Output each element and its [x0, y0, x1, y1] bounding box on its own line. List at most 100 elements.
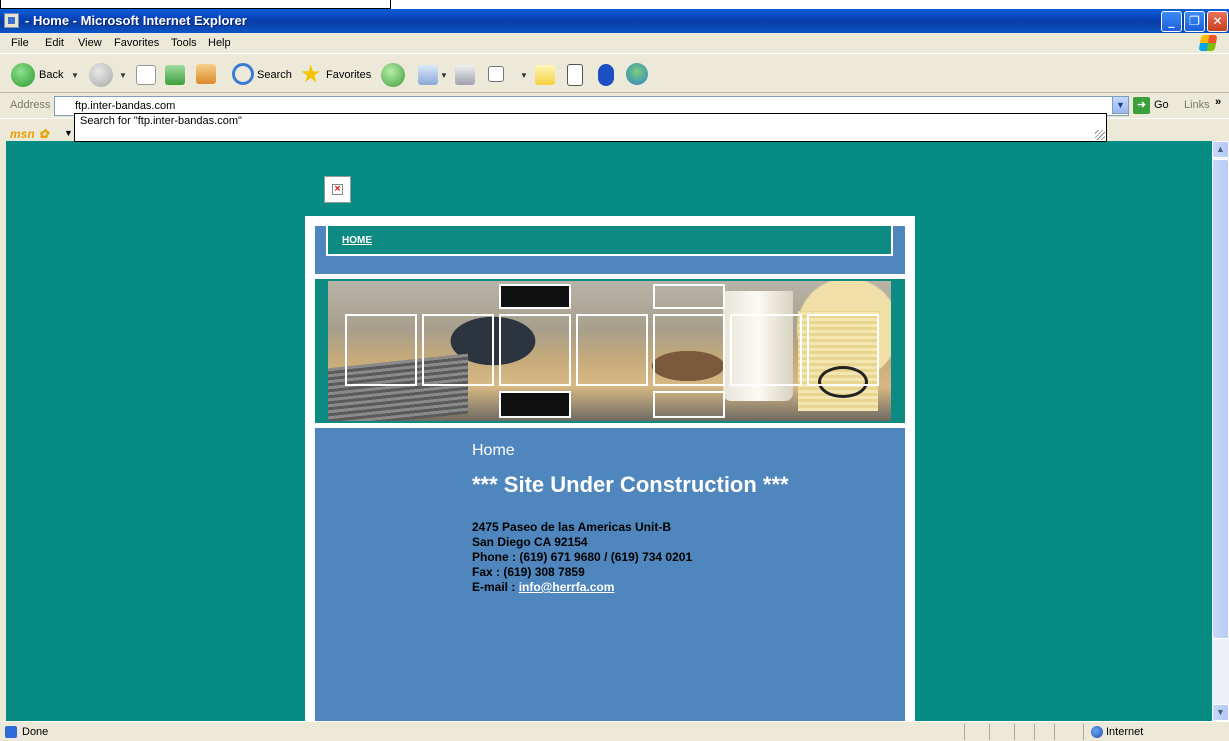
page-viewport: × HOME Home *** Site Under Construction …	[6, 141, 1212, 721]
nav-bar: HOME	[326, 226, 893, 256]
msn-butterfly-icon: ✿	[38, 127, 49, 141]
hero-office-image	[328, 281, 891, 421]
hero-frame	[422, 314, 494, 386]
hero-frame	[345, 314, 417, 386]
edit-dropdown-icon[interactable]: ▼	[520, 71, 528, 80]
hero-frame-small	[653, 284, 725, 309]
fax-line: Fax : (619) 308 7859	[472, 565, 585, 579]
msn-logo[interactable]: msn ✿	[10, 125, 49, 141]
go-arrow-icon[interactable]: ➜	[1133, 97, 1150, 114]
restore-button[interactable]: ❐	[1184, 11, 1205, 32]
security-zone: Internet	[1106, 726, 1144, 738]
status-divider	[989, 724, 990, 740]
construction-headline: *** Site Under Construction ***	[472, 472, 789, 497]
menu-edit[interactable]: Edit	[45, 37, 64, 49]
status-divider	[1083, 724, 1084, 740]
status-text: Done	[22, 726, 49, 738]
nav-band: HOME	[315, 226, 905, 274]
hero-frame	[499, 314, 571, 386]
internet-zone-icon	[1091, 726, 1103, 738]
menu-file[interactable]: File	[11, 37, 29, 49]
status-bar: Done Internet	[0, 721, 1229, 741]
scrollbar-thumb[interactable]	[1212, 159, 1229, 639]
email-label: E-mail :	[472, 580, 519, 594]
back-label: Back	[39, 69, 64, 81]
msn-dropdown-icon[interactable]: ▼	[64, 128, 73, 138]
top-window-fragment	[0, 0, 391, 9]
hero-band	[315, 279, 905, 423]
vertical-scrollbar[interactable]: ▲ ▼	[1212, 141, 1229, 721]
print-icon[interactable]	[455, 65, 475, 85]
links-label[interactable]: Links	[1184, 99, 1210, 111]
scroll-up-icon[interactable]: ▲	[1212, 141, 1229, 158]
address-value: ftp.inter-bandas.com	[75, 100, 176, 112]
window-title: - Home - Microsoft Internet Explorer	[25, 13, 247, 28]
menu-tools[interactable]: Tools	[171, 37, 197, 49]
autocomplete-dropdown: Search for "ftp.inter-bandas.com"	[74, 113, 1107, 142]
minimize-icon: _	[1168, 14, 1175, 28]
minimize-button[interactable]: _	[1161, 11, 1182, 32]
bluetooth-icon[interactable]	[598, 64, 614, 86]
home-icon[interactable]	[196, 64, 216, 84]
nav-home-link[interactable]: HOME	[342, 235, 372, 246]
refresh-icon[interactable]	[165, 65, 185, 85]
messenger-icon[interactable]	[626, 63, 648, 85]
links-chevron-icon[interactable]: »	[1215, 96, 1221, 108]
page-done-icon	[5, 726, 17, 738]
back-dropdown-icon[interactable]: ▼	[71, 71, 79, 80]
menu-bar: File Edit View Favorites Tools Help	[0, 33, 1229, 53]
address-line: 2475 Paseo de las Americas Unit-B	[472, 520, 671, 534]
menu-view[interactable]: View	[78, 37, 102, 49]
hero-frame	[576, 314, 648, 386]
close-button[interactable]: ✕	[1207, 11, 1228, 32]
favorites-star-icon: ★	[300, 61, 322, 88]
hero-frame	[730, 314, 802, 386]
restore-icon: ❐	[1189, 14, 1200, 28]
email-link[interactable]: info@herrfa.com	[519, 580, 615, 594]
menu-favorites[interactable]: Favorites	[114, 37, 159, 49]
hero-frame	[807, 314, 879, 386]
phone-line: Phone : (619) 671 9680 / (619) 734 0201	[472, 550, 693, 564]
contact-info: 2475 Paseo de las Americas Unit-B San Di…	[472, 520, 692, 595]
status-divider	[1014, 724, 1015, 740]
search-label: Search	[257, 69, 292, 81]
favorites-label: Favorites	[326, 69, 372, 81]
email-line: E-mail : info@herrfa.com	[472, 580, 692, 595]
autocomplete-suggestion[interactable]: Search for "ftp.inter-bandas.com"	[80, 115, 242, 127]
address-label: Address	[10, 99, 51, 111]
msn-logo-text: msn	[10, 127, 35, 141]
page-title: Home	[472, 442, 515, 459]
mail-dropdown-icon[interactable]: ▼	[440, 71, 448, 80]
standard-toolbar: Back ▼ ▼ Search ★ Favorites ▼ ▼	[0, 53, 1229, 93]
title-bar[interactable]: - Home - Microsoft Internet Explorer _ ❐…	[0, 9, 1229, 33]
forward-dropdown-icon[interactable]: ▼	[119, 71, 127, 80]
page-icon	[58, 99, 71, 112]
windows-logo-icon	[1198, 35, 1218, 51]
status-divider	[964, 724, 965, 740]
notes-icon[interactable]	[535, 65, 555, 85]
mail-icon[interactable]	[418, 65, 438, 85]
history-icon[interactable]	[381, 63, 405, 87]
close-icon: ✕	[1212, 14, 1223, 28]
edit-page-icon[interactable]	[488, 66, 504, 82]
go-button[interactable]: Go	[1154, 99, 1169, 111]
hero-frame-small	[499, 284, 571, 309]
stop-icon[interactable]	[136, 65, 156, 85]
address-dropdown-icon[interactable]: ▼	[1112, 96, 1129, 114]
hero-frame-small	[499, 391, 571, 418]
search-icon	[232, 63, 254, 85]
hero-frame-small	[653, 391, 725, 418]
back-arrow-icon	[11, 63, 35, 87]
status-divider	[1034, 724, 1035, 740]
menu-help[interactable]: Help	[208, 37, 231, 49]
content-panel: Home *** Site Under Construction *** 247…	[315, 428, 905, 721]
hero-frame	[653, 314, 725, 386]
ie-page-icon	[4, 13, 19, 28]
forward-arrow-icon[interactable]	[89, 63, 113, 87]
page-container: HOME Home *** Site Under Construction **…	[305, 216, 915, 721]
broken-image-placeholder: ×	[324, 176, 351, 203]
scroll-down-icon[interactable]: ▼	[1212, 704, 1229, 721]
research-icon[interactable]	[567, 64, 583, 86]
address-line: San Diego CA 92154	[472, 535, 588, 549]
resize-grip-icon[interactable]	[1095, 130, 1105, 140]
